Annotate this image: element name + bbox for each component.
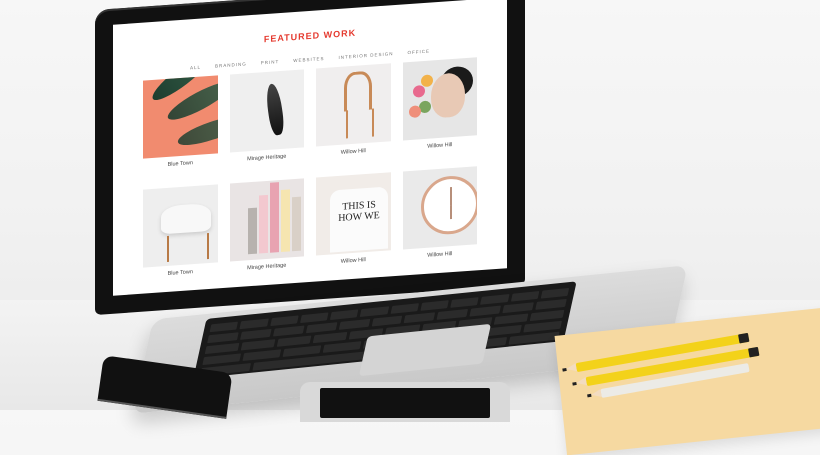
clock-icon	[420, 173, 477, 236]
portfolio-card[interactable]: Willow Hill	[316, 63, 391, 163]
laptop-lid: FEATURED WORK ALL BRANDING PRINT WEBSITE…	[95, 0, 525, 316]
card-caption: Willow Hill	[340, 256, 366, 265]
portfolio-card[interactable]: Blue Town	[143, 75, 218, 175]
portfolio-card[interactable]: Blue Town	[143, 183, 218, 284]
portfolio-card[interactable]: Mirage Heritage	[229, 69, 304, 169]
portfolio-card[interactable]: Mirage Heritage	[229, 177, 304, 278]
tshirt-text: THIS IS HOW WE	[338, 198, 380, 224]
clock-image	[402, 165, 477, 249]
portfolio-card[interactable]: THIS IS HOW WE Willow Hill	[316, 171, 391, 272]
nav-office[interactable]: OFFICE	[408, 49, 431, 56]
nav-all[interactable]: ALL	[190, 65, 201, 71]
chair-image	[316, 63, 391, 147]
feather-icon	[263, 82, 286, 137]
card-caption: Mirage Heritage	[247, 262, 287, 271]
eames-chair-icon	[161, 202, 211, 234]
nav-websites[interactable]: WEBSITES	[293, 56, 324, 63]
card-caption: Blue Town	[167, 268, 193, 277]
books-image	[229, 177, 304, 262]
feather-image	[229, 69, 304, 153]
tablet-screen	[320, 388, 490, 418]
leaves-image	[143, 75, 218, 159]
flower-portrait-image	[402, 57, 477, 141]
portrait-icon	[430, 72, 465, 119]
card-caption: Willow Hill	[427, 250, 453, 259]
tshirt-image: THIS IS HOW WE	[316, 171, 391, 256]
portfolio-card[interactable]: Willow Hill	[402, 165, 477, 266]
nav-branding[interactable]: BRANDING	[215, 61, 247, 68]
card-caption: Mirage Heritage	[247, 153, 287, 163]
photo-scene: FEATURED WORK ALL BRANDING PRINT WEBSITE…	[0, 0, 820, 455]
card-caption: Willow Hill	[427, 142, 453, 150]
nav-interior-design[interactable]: INTERIOR DESIGN	[339, 51, 394, 60]
laptop-screen: FEATURED WORK ALL BRANDING PRINT WEBSITE…	[113, 0, 507, 296]
portfolio-card[interactable]: Willow Hill	[402, 57, 477, 157]
card-caption: Willow Hill	[340, 148, 366, 156]
portfolio-grid: Blue Town Mirage Heritage Willow Hill Wi…	[143, 57, 477, 283]
card-caption: Blue Town	[167, 160, 193, 168]
nav-print[interactable]: PRINT	[261, 59, 280, 65]
eames-chair-image	[143, 183, 218, 268]
chair-icon	[344, 70, 372, 112]
